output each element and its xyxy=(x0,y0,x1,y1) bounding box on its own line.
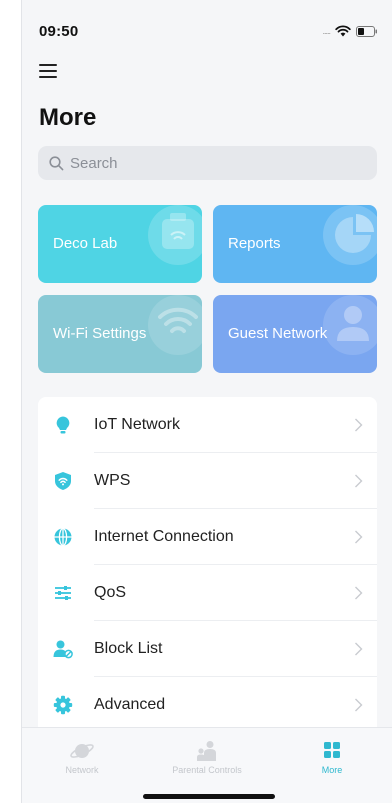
grid-icon xyxy=(324,742,340,758)
chevron-right-icon xyxy=(355,642,363,656)
tab-parental-controls[interactable]: Parental Controls xyxy=(147,740,267,775)
chevron-right-icon xyxy=(355,474,363,488)
list-item-label: QoS xyxy=(94,584,127,601)
battery-icon xyxy=(356,25,377,37)
list-item-internet-connection[interactable]: Internet Connection xyxy=(38,509,377,565)
search-input[interactable]: Search xyxy=(38,146,377,180)
list-item-qos[interactable]: QoS xyxy=(38,565,377,621)
tile-reports[interactable]: Reports xyxy=(213,205,377,283)
list-item-iot-network[interactable]: IoT Network xyxy=(38,397,377,453)
list-item-label: WPS xyxy=(94,472,131,489)
signal-dots-icon: ..... xyxy=(322,26,330,36)
search-placeholder: Search xyxy=(70,154,118,172)
search-icon xyxy=(49,155,64,170)
tab-label: Parental Controls xyxy=(172,765,242,775)
status-time: 09:50 xyxy=(39,22,79,40)
status-bar: 09:50 ..... xyxy=(22,0,392,54)
tile-label: Guest Network xyxy=(228,325,328,342)
sliders-icon xyxy=(55,586,71,600)
lab-icon xyxy=(148,205,202,265)
page-title: More xyxy=(39,104,97,131)
tab-label: More xyxy=(321,765,343,775)
list-item-label: Internet Connection xyxy=(94,528,234,545)
lightbulb-icon xyxy=(56,416,70,434)
block-user-icon xyxy=(53,640,73,659)
app-screen: 09:50 ..... More Search Deco Lab Reports… xyxy=(21,0,392,803)
chevron-right-icon xyxy=(355,698,363,712)
pie-chart-icon xyxy=(323,205,377,265)
wps-shield-icon xyxy=(55,472,71,490)
tile-label: Reports xyxy=(228,235,281,252)
chevron-right-icon xyxy=(355,418,363,432)
tab-more[interactable]: More xyxy=(272,740,392,775)
home-indicator[interactable] xyxy=(143,794,275,799)
planet-icon xyxy=(70,744,94,758)
wifi-icon xyxy=(148,295,202,355)
tile-deco-lab[interactable]: Deco Lab xyxy=(38,205,202,283)
status-icons: ..... xyxy=(322,25,378,37)
tile-guest-network[interactable]: Guest Network xyxy=(213,295,377,373)
chevron-right-icon xyxy=(355,586,363,600)
globe-icon xyxy=(54,527,72,547)
chevron-right-icon xyxy=(355,530,363,544)
list-item-label: IoT Network xyxy=(94,416,180,433)
wifi-signal-icon xyxy=(335,25,351,37)
tab-label: Network xyxy=(65,765,99,775)
tile-label: Deco Lab xyxy=(53,235,118,252)
tile-label: Wi-Fi Settings xyxy=(53,325,147,342)
family-icon xyxy=(197,741,216,761)
settings-list: IoT Network WPS Internet Connection QoS … xyxy=(38,397,377,727)
menu-hamburger-icon[interactable] xyxy=(39,64,59,80)
list-item-block-list[interactable]: Block List xyxy=(38,621,377,677)
list-item-wps[interactable]: WPS xyxy=(38,453,377,509)
tile-wifi-settings[interactable]: Wi-Fi Settings xyxy=(38,295,202,373)
list-item-label: Block List xyxy=(94,640,163,657)
gear-icon xyxy=(53,695,73,715)
list-item-label: Advanced xyxy=(94,696,166,713)
bottom-tab-bar: Network Parental Controls More xyxy=(22,727,392,803)
list-item-advanced[interactable]: Advanced xyxy=(38,677,377,727)
tab-network[interactable]: Network xyxy=(22,740,142,775)
